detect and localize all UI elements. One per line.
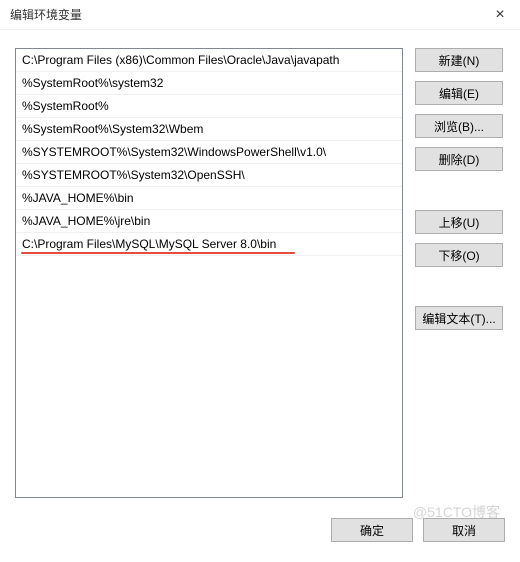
path-text: %SYSTEMROOT%\System32\OpenSSH\ [22,168,245,182]
browse-button[interactable]: 浏览(B)... [415,114,503,138]
path-text: %JAVA_HOME%\bin [22,191,134,205]
path-list[interactable]: C:\Program Files (x86)\Common Files\Orac… [15,48,403,498]
move-down-button[interactable]: 下移(O) [415,243,503,267]
window-title: 编辑环境变量 [10,6,82,23]
close-icon[interactable]: × [490,6,510,24]
path-text: %SystemRoot%\system32 [22,76,163,90]
edit-text-button[interactable]: 编辑文本(T)... [415,306,503,330]
list-item[interactable]: %JAVA_HOME%\jre\bin [16,210,402,233]
list-item[interactable]: %SystemRoot%\System32\Wbem [16,118,402,141]
list-item[interactable]: %SYSTEMROOT%\System32\OpenSSH\ [16,164,402,187]
new-button[interactable]: 新建(N) [415,48,503,72]
highlight-underline [21,252,295,254]
ok-button[interactable]: 确定 [331,518,413,542]
list-item[interactable]: %SystemRoot%\system32 [16,72,402,95]
cancel-button[interactable]: 取消 [423,518,505,542]
button-column: 新建(N) 编辑(E) 浏览(B)... 删除(D) 上移(U) 下移(O) 编… [415,48,503,500]
list-item[interactable]: C:\Program Files\MySQL\MySQL Server 8.0\… [16,233,402,256]
path-text: C:\Program Files\MySQL\MySQL Server 8.0\… [22,237,276,251]
list-item[interactable]: %JAVA_HOME%\bin [16,187,402,210]
edit-button[interactable]: 编辑(E) [415,81,503,105]
list-item[interactable]: %SYSTEMROOT%\System32\WindowsPowerShell\… [16,141,402,164]
move-up-button[interactable]: 上移(U) [415,210,503,234]
dialog-footer: 确定 取消 [0,510,520,550]
path-text: %SystemRoot% [22,99,109,113]
path-text: C:\Program Files (x86)\Common Files\Orac… [22,53,339,67]
list-item[interactable]: C:\Program Files (x86)\Common Files\Orac… [16,49,402,72]
path-text: %SYSTEMROOT%\System32\WindowsPowerShell\… [22,145,326,159]
list-item[interactable]: %SystemRoot% [16,95,402,118]
title-bar: 编辑环境变量 × [0,0,520,30]
path-text: %SystemRoot%\System32\Wbem [22,122,203,136]
path-text: %JAVA_HOME%\jre\bin [22,214,150,228]
delete-button[interactable]: 删除(D) [415,147,503,171]
content-area: C:\Program Files (x86)\Common Files\Orac… [0,30,520,510]
